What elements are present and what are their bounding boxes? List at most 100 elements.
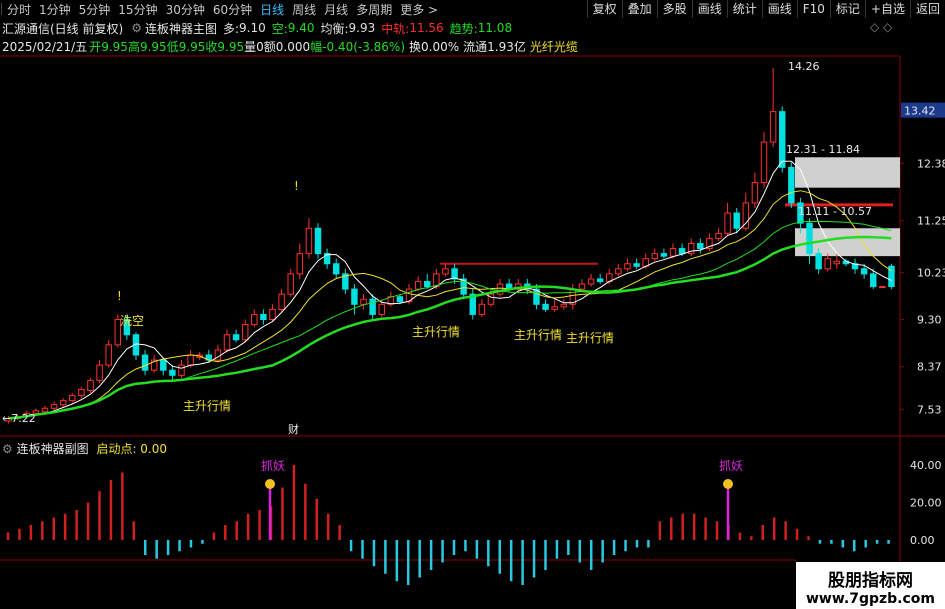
ma-line-20 [8,220,892,419]
tool-button-4[interactable]: 统计 [726,0,762,18]
duo-label: 多: [222,21,240,36]
candle-body [724,212,731,234]
gear-icon[interactable]: ⚙ [131,21,142,35]
period-tab-3[interactable]: 15分钟 [114,1,161,18]
candle-body [160,359,167,371]
candle-body [742,202,750,229]
candle-body [387,296,395,305]
tool-button-3[interactable]: 画线 [691,0,727,18]
sub-gear-icon[interactable]: ⚙ [2,442,13,456]
tool-button-7[interactable]: 标记 [829,0,865,18]
candle-body [879,286,886,289]
candle-body [32,410,40,414]
info-date: 2025/02/21/五 [2,39,88,54]
tool-button-1[interactable]: 叠加 [621,0,657,18]
period-tab-2[interactable]: 5分钟 [75,1,115,18]
candle-body [587,278,595,285]
period-tab-7[interactable]: 周线 [288,1,320,18]
candle-body [560,303,568,308]
candle-body [433,273,440,288]
tool-button-8[interactable]: +自选 [864,0,910,18]
info-high: 高9.95 [127,39,167,54]
alert-marker: ! [294,179,299,193]
candle-body [169,369,176,376]
period-tab-0[interactable]: 分时 [3,1,35,18]
candle-body [424,280,431,288]
period-tab-5[interactable]: 60分钟 [209,1,256,18]
candle-body [351,288,358,305]
period-tab-8[interactable]: 月线 [320,1,352,18]
chart-expand-icons[interactable]: ◇ ◇ [870,20,892,34]
tool-button-0[interactable]: 复权 [586,0,622,18]
low-price-label: ←7.22 [2,412,36,425]
trend-label: 主升行情 [183,399,231,413]
candle-body [360,298,367,305]
candle-body [332,263,340,275]
candle-body [414,280,422,290]
watermark: 股朋指标网 www.7gpzb.com [796,562,945,609]
range-box-lower [795,228,900,257]
period-tab-10[interactable]: 更多 > [396,1,442,18]
candle-body [114,319,122,346]
candle-body [660,253,668,257]
info-open: 开9.95 [89,39,128,54]
indicator-name[interactable]: 连板神器主图 [145,20,217,37]
y-axis-label: 12.38 [917,157,945,170]
tool-button-6[interactable]: F10 [796,0,830,18]
jh-value: 9.93 [348,21,376,35]
candle-body [870,273,877,288]
candle-body [342,273,349,290]
kline-chart[interactable]: 13.42 12.38 11.25 10.23 9.30 8.37 7.53 抓妖 抓妖 40.0… [0,0,945,609]
candle-body [287,273,294,295]
zhuayao-label: 抓妖 [719,459,743,473]
candle-body [669,248,677,257]
tool-button-9[interactable]: 返回 [909,0,945,18]
title-bar: 汇源通信(日线 前复权) ⚙ 连板神器主图 多: 9.10 空: 9.40 均衡: 9… [0,19,945,37]
sub-title-bar: ⚙ 连板神器副图 启动点: 0.00 [2,440,167,457]
candle-body [760,141,768,184]
sub-indicator-name[interactable]: 连板神器副图 [17,442,89,456]
high-price-label: 14.26 [788,60,820,73]
candle-body [396,296,404,303]
kong-value: 9.40 [287,21,315,35]
candle-body [14,416,21,419]
candle-body [478,303,486,315]
candle-body [578,283,586,290]
range-box-upper [795,157,900,188]
candle-body [842,260,850,265]
candle-body [860,268,868,275]
y-axis-label: 7.53 [917,403,942,416]
watermark-title: 股朋指标网 [828,571,913,591]
candle-body [733,212,740,229]
stock-title: 汇源通信(日线 前复权) [2,21,124,36]
candle-body [187,354,194,366]
zhuayao-label: 抓妖 [261,459,285,473]
candle-body [214,349,222,361]
candle-body [23,412,30,417]
candle-body [196,354,203,359]
toolbar-divider [1,3,2,15]
candle-body [769,111,777,143]
period-tab-6[interactable]: 日线 [256,1,288,18]
period-tab-1[interactable]: 1分钟 [35,1,75,18]
tool-button-5[interactable]: 画线 [761,0,797,18]
candle-body [369,298,376,315]
y-axis-label: 13.42 [904,105,936,118]
candle-body [132,334,140,356]
candle-body [778,111,786,168]
candle-body [451,268,458,280]
y-axis-label: 9.30 [917,314,942,327]
candle-body [305,227,313,255]
period-tab-9[interactable]: 多周期 [352,1,396,18]
tool-button-2[interactable]: 多股 [656,0,692,18]
candle-body [78,388,85,397]
candle-body [687,242,695,255]
info-amt: 额0.000 [263,39,311,54]
candle-body [69,395,76,402]
ma-line-30 [8,235,892,420]
period-tab-4[interactable]: 30分钟 [162,1,209,18]
candle-body [5,417,12,422]
candle-body [96,364,103,381]
zg-label: 中轨: [381,21,410,36]
candle-body [624,263,631,270]
